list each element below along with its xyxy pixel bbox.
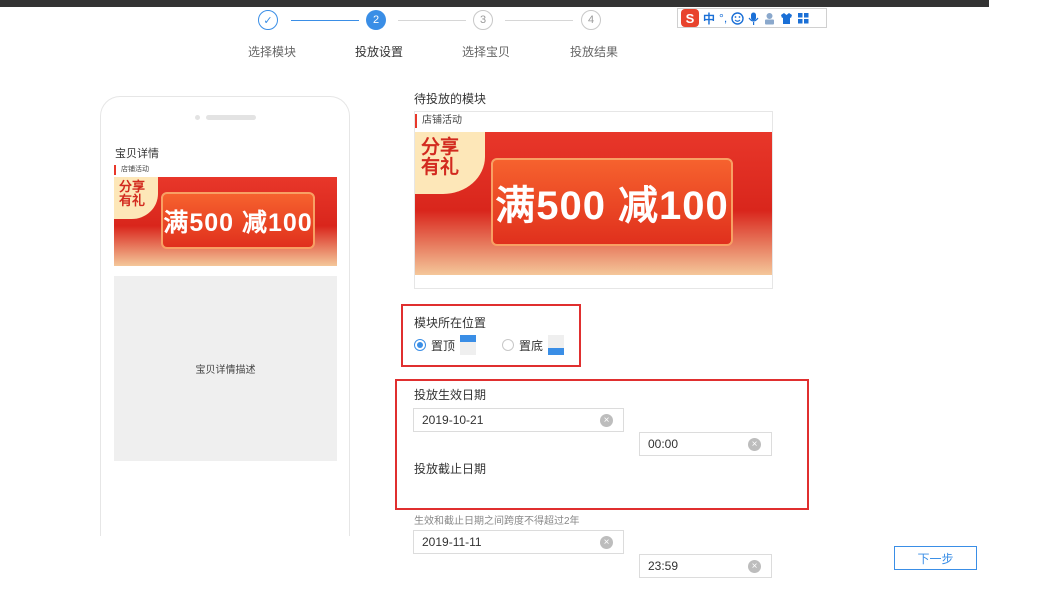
preview-banner-corner: 分享 有礼: [114, 177, 158, 219]
ime-punct-toggle[interactable]: °,: [719, 11, 727, 25]
preview-banner: 分享 有礼 满500 减100: [114, 177, 337, 266]
step-2-label: 投放设置: [354, 45, 403, 59]
step-connector-1: [291, 20, 359, 21]
clear-icon[interactable]: ×: [600, 536, 613, 549]
start-time-input[interactable]: 00:00 ×: [639, 432, 772, 456]
clear-icon[interactable]: ×: [600, 414, 613, 427]
position-option-bottom[interactable]: 置底: [502, 335, 565, 355]
shirt-icon[interactable]: [780, 12, 793, 25]
start-time-value: 00:00: [648, 437, 679, 451]
end-date-input[interactable]: 2019-11-11 ×: [413, 530, 624, 554]
step-connector-3: [505, 20, 573, 21]
date-range-hint: 生效和截止日期之间跨度不得超过2年: [414, 516, 580, 527]
step-1-check-icon: ✓: [258, 10, 278, 30]
start-date-value: 2019-10-21: [422, 413, 484, 427]
preview-tag: 店铺活动: [114, 165, 149, 175]
next-step-button[interactable]: 下一步: [894, 546, 977, 570]
end-date-label: 投放截止日期: [414, 462, 487, 476]
end-time-input[interactable]: 23:59 ×: [639, 554, 772, 578]
start-date-input[interactable]: 2019-10-21 ×: [413, 408, 624, 432]
position-option-top-label: 置顶: [431, 338, 456, 353]
position-option-top[interactable]: 置顶: [414, 335, 477, 355]
end-date-value: 2019-11-11: [422, 535, 482, 549]
position-option-bottom-label: 置底: [519, 338, 544, 353]
pin-top-icon: [460, 335, 477, 355]
smiley-icon[interactable]: [731, 11, 744, 25]
step-4-label: 投放结果: [569, 45, 618, 59]
top-bar: [0, 0, 989, 7]
step-3-label: 选择宝贝: [461, 45, 510, 59]
radio-top[interactable]: [414, 339, 426, 351]
module-banner-main: 满500 减100: [491, 158, 733, 246]
sogou-logo-icon[interactable]: S: [681, 9, 699, 27]
end-time-value: 23:59: [648, 559, 679, 573]
position-label: 模块所在位置: [414, 316, 487, 330]
phone-speaker: [206, 115, 256, 120]
ime-toolbar[interactable]: S 中 °,: [677, 8, 827, 28]
module-section-title: 待投放的模块: [414, 92, 487, 106]
module-tag: 店铺活动: [415, 114, 462, 128]
clear-icon[interactable]: ×: [748, 438, 761, 451]
preview-title: 宝贝详情: [115, 148, 159, 160]
module-banner: 分享 有礼 满500 减100: [415, 132, 772, 275]
keyboard-icon[interactable]: [763, 12, 776, 25]
step-3-circle: 3: [473, 10, 493, 30]
step-4-circle: 4: [581, 10, 601, 30]
pin-bottom-icon: [548, 335, 565, 355]
ime-mode-toggle[interactable]: 中: [703, 10, 715, 27]
step-1-label: 选择模块: [247, 45, 296, 59]
microphone-icon[interactable]: [748, 12, 759, 25]
start-date-label: 投放生效日期: [414, 388, 487, 402]
step-connector-2: [398, 20, 466, 21]
clear-icon[interactable]: ×: [748, 560, 761, 573]
radio-bottom[interactable]: [502, 339, 514, 351]
preview-description: 宝贝详情描述: [114, 276, 337, 461]
preview-banner-main: 满500 减100: [161, 192, 315, 249]
grid-icon[interactable]: [797, 12, 810, 25]
phone-camera: [195, 115, 200, 120]
module-banner-corner: 分享 有礼: [415, 132, 485, 194]
step-2-circle: 2: [366, 10, 386, 30]
